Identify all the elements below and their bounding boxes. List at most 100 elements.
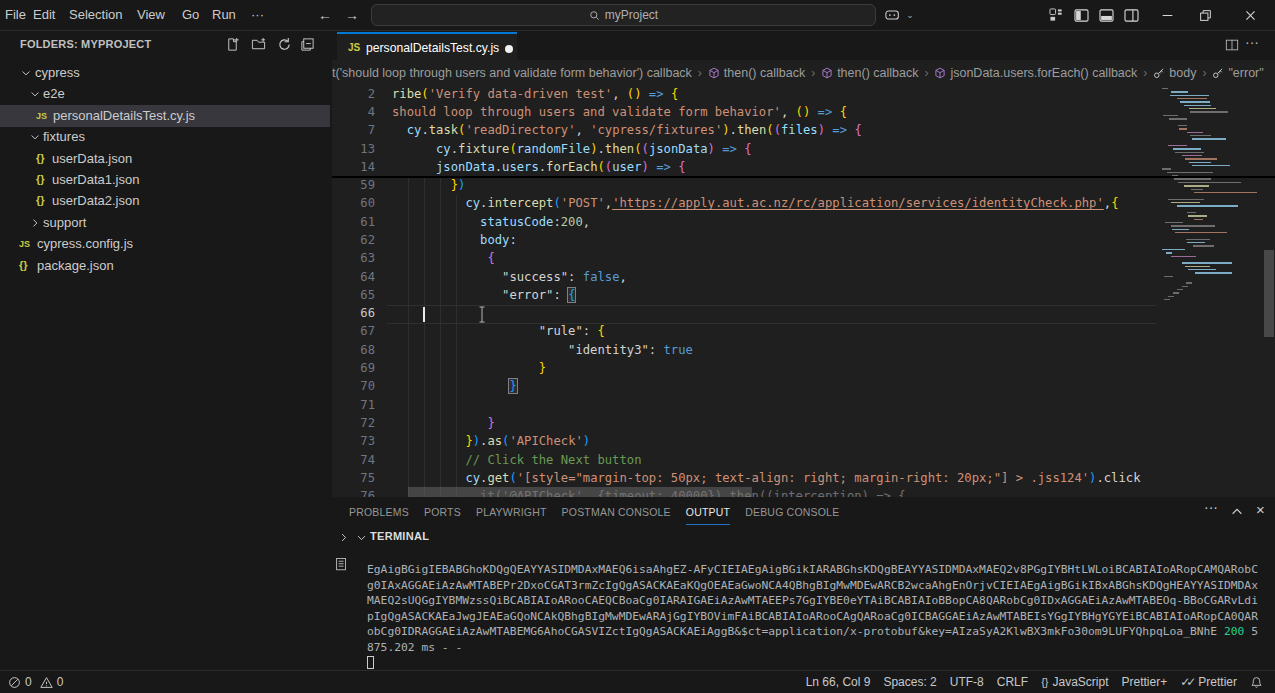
- panel-maximize-icon[interactable]: [1230, 505, 1244, 519]
- breadcrumb-item[interactable]: "error": [1212, 66, 1263, 80]
- editor-group: JS personalDetailsTest.cy.js ··· t('shou…: [332, 32, 1275, 497]
- panel-tab-problems[interactable]: PROBLEMS: [349, 503, 409, 525]
- minimap-line: [1192, 138, 1226, 139]
- symbol-method-icon: [821, 67, 833, 79]
- prettier-status[interactable]: ✓✓Prettier: [1180, 675, 1237, 689]
- breadcrumb-item[interactable]: then() callback: [708, 66, 805, 80]
- menu-file[interactable]: File: [3, 0, 28, 30]
- minimap-line: [1166, 252, 1172, 253]
- panel-tab-playwright[interactable]: PLAYWRIGHT: [476, 503, 547, 525]
- panel-tab-output[interactable]: OUTPUT: [686, 503, 730, 525]
- chevron-right-icon[interactable]: [338, 532, 349, 543]
- indent-guide: [424, 177, 425, 497]
- menu-view[interactable]: View: [135, 0, 167, 30]
- new-folder-icon[interactable]: [251, 37, 267, 53]
- toggle-sidebar-right-icon[interactable]: [1122, 6, 1140, 24]
- vertical-scrollbar-thumb[interactable]: [1264, 250, 1274, 337]
- problems-status[interactable]: 0 0: [8, 675, 63, 689]
- window-close-icon[interactable]: [1241, 6, 1259, 24]
- breadcrumb-item[interactable]: body: [1153, 66, 1196, 80]
- json-file-icon: {}: [36, 152, 45, 164]
- breadcrumb-item[interactable]: jsonData.users.forEach() callback: [934, 66, 1137, 80]
- tree-item-label: userData.json: [52, 151, 132, 166]
- minimap-line: [1179, 128, 1187, 129]
- cursor-position[interactable]: Ln 66, Col 9: [806, 675, 871, 689]
- vscode-window: FileEdit Selection View Go Run ··· ← → myProject…: [0, 0, 1275, 693]
- toggle-sidebar-left-icon[interactable]: [1072, 6, 1090, 24]
- formatter-status[interactable]: Prettier+: [1122, 675, 1168, 689]
- menu-selection[interactable]: Selection: [67, 0, 124, 30]
- tree-item-userData-json[interactable]: {} userData.json: [0, 148, 330, 170]
- split-editor-icon[interactable]: [1225, 38, 1239, 52]
- tree-item-userData1-json[interactable]: {} userData1.json: [0, 169, 330, 191]
- indentation[interactable]: Spaces: 2: [883, 675, 936, 689]
- terminal-section-label: TERMINAL: [370, 530, 429, 542]
- menu-edit[interactable]: Edit: [31, 0, 57, 30]
- js-file-icon: JS: [348, 42, 360, 53]
- terminal-header[interactable]: TERMINAL: [332, 527, 1275, 549]
- tree-item-package-json[interactable]: {}package.json: [0, 255, 330, 277]
- tree-item-label: userData1.json: [52, 172, 139, 187]
- modified-dot-icon[interactable]: [505, 45, 513, 53]
- tree-item-support[interactable]: support: [0, 212, 330, 234]
- tab-personalDetailsTest[interactable]: JS personalDetailsTest.cy.js: [337, 32, 517, 60]
- warning-count-icon: [40, 676, 53, 689]
- eol[interactable]: CRLF: [997, 675, 1028, 689]
- customize-layout-icon[interactable]: [1047, 6, 1065, 24]
- minimap-line: [1193, 245, 1214, 246]
- chevron-down-icon[interactable]: ⌄: [901, 6, 919, 24]
- panel-tab-debug-console[interactable]: DEBUG CONSOLE: [745, 503, 839, 525]
- tree-item-e2e[interactable]: e2e: [0, 83, 330, 105]
- panel-tab-ports[interactable]: PORTS: [424, 503, 461, 525]
- minimap-line: [1162, 88, 1168, 89]
- copilot-icon[interactable]: [884, 6, 902, 24]
- terminal-line: pIgQgASACKAEaJwgJEAEaGQoNCAkQBhgBIgMwMDE…: [367, 610, 1258, 623]
- encoding[interactable]: UTF-8: [950, 675, 984, 689]
- breadcrumb-separator: ›: [698, 66, 702, 80]
- minimap-line: [1177, 205, 1238, 206]
- window-restore-icon[interactable]: [1196, 6, 1214, 24]
- notifications-bell-icon[interactable]: [1250, 676, 1263, 689]
- tree-item-label: fixtures: [43, 129, 85, 144]
- tree-item-cypress[interactable]: cypress: [0, 62, 330, 84]
- minimap[interactable]: [1156, 86, 1261, 497]
- tree-item-cypress-config-js[interactable]: JScypress.config.js: [0, 233, 330, 255]
- menu-more[interactable]: ···: [249, 0, 266, 30]
- menu-run[interactable]: Run: [210, 0, 238, 30]
- minimap-line: [1187, 132, 1203, 133]
- code-line-59: 59 }): [332, 177, 1156, 196]
- terminal-line: MAEQ2sUQGgIYBMWzssQiBCABIAIoARooCAEQCBoa…: [367, 594, 1258, 607]
- minimap-line: [1195, 272, 1232, 273]
- output-list-icon[interactable]: [335, 557, 348, 572]
- collapse-folders-icon[interactable]: [300, 37, 316, 53]
- minimap-line: [1162, 249, 1185, 250]
- vertical-scrollbar[interactable]: [1263, 86, 1275, 497]
- tree-item-personalDetailsTest-cy-js[interactable]: JSpersonalDetailsTest.cy.js: [0, 105, 330, 127]
- minimap-line: [1171, 225, 1215, 226]
- horizontal-scrollbar-thumb[interactable]: [408, 487, 752, 497]
- breadcrumb-item[interactable]: then() callback: [821, 66, 918, 80]
- json-file-icon: {}: [36, 173, 45, 185]
- editor-more-actions-icon[interactable]: ···: [1245, 34, 1259, 50]
- window-minimize-icon[interactable]: [1158, 6, 1176, 24]
- refresh-icon[interactable]: [277, 37, 293, 53]
- panel-tab-postman-console[interactable]: POSTMAN CONSOLE: [562, 503, 671, 525]
- tree-item-fixtures[interactable]: fixtures: [0, 126, 330, 148]
- menu-go[interactable]: Go: [180, 0, 201, 30]
- minimap-line: [1182, 286, 1188, 287]
- nav-forward-icon[interactable]: →: [343, 6, 361, 24]
- chevron-down-icon[interactable]: [356, 532, 367, 543]
- breadcrumb-item[interactable]: t('should loop through users and validat…: [332, 66, 692, 80]
- new-file-icon[interactable]: [225, 37, 241, 53]
- indent-guide: [456, 195, 457, 497]
- toggle-panel-icon[interactable]: [1097, 6, 1115, 24]
- panel-close-icon[interactable]: ×: [1256, 501, 1265, 518]
- panel-more-actions-icon[interactable]: ···: [1204, 499, 1218, 515]
- minimap-line: [1170, 95, 1209, 96]
- nav-back-icon[interactable]: ←: [316, 6, 334, 24]
- code-area[interactable]: 2ribe('Verify data-driven test', () => {…: [332, 86, 1275, 497]
- command-center-search[interactable]: myProject: [371, 4, 876, 26]
- language-mode[interactable]: {}JavaScript: [1041, 675, 1108, 689]
- tree-item-userData2-json[interactable]: {}userData2.json: [0, 190, 330, 212]
- terminal-cursor: [367, 656, 374, 669]
